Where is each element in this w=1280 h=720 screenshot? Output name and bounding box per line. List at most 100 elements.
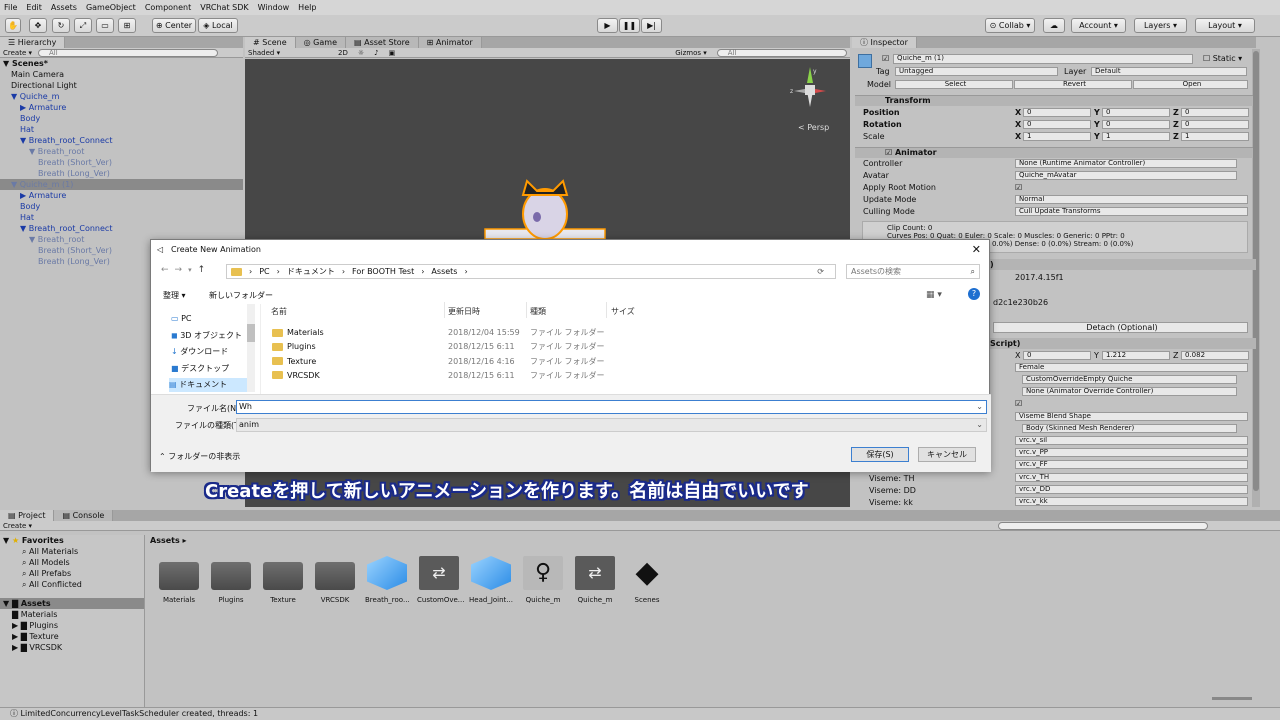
expand-arrow-icon[interactable]: ▼ (29, 235, 38, 244)
scene-search-input[interactable]: All (716, 48, 847, 57)
tab-hierarchy[interactable]: ☰ Hierarchy (0, 37, 66, 48)
file-row[interactable]: Plugins (272, 340, 316, 354)
column-header[interactable]: 名前 (271, 306, 287, 317)
gizmos-dropdown[interactable]: Gizmos ▾ (675, 49, 707, 57)
hide-folders-button[interactable]: ⌃ フォルダーの非表示 (159, 451, 240, 462)
menu-item-gameobject[interactable]: GameObject (86, 3, 136, 12)
model-revert-button[interactable]: Revert (1014, 80, 1132, 89)
nav-item[interactable]: ▤ ドキュメント (169, 378, 254, 392)
expand-arrow-icon[interactable]: ▶ (20, 103, 29, 112)
up-icon[interactable]: ↑ (198, 265, 212, 275)
project-search-input[interactable] (998, 521, 1209, 530)
static-checkbox[interactable]: ☐ Static ▾ (1203, 53, 1242, 64)
hierarchy-item[interactable]: Breath (Long_Ver) (0, 168, 243, 179)
tab-scene[interactable]: # Scene (245, 37, 296, 48)
favorite-item[interactable]: ⌕ All Materials (0, 546, 144, 557)
scl-x-input[interactable]: 1 (1023, 132, 1091, 141)
assets-folder[interactable]: ▼ ▇ Assets (0, 598, 144, 609)
address-segment[interactable]: PC (259, 267, 269, 276)
tab-project[interactable]: ▤ Project (0, 510, 55, 521)
expand-arrow-icon[interactable]: ▼ (20, 224, 29, 233)
cancel-button[interactable]: キャンセル (918, 447, 976, 462)
tab-console[interactable]: ▤ Console (54, 510, 114, 521)
viseme-checkbox[interactable]: ☑ (1015, 398, 1022, 409)
save-button[interactable]: 保存(S) (851, 447, 909, 462)
viseme-dropdown[interactable]: vrc.v_FF (1015, 460, 1248, 470)
tab-game[interactable]: ◎ Game (295, 37, 346, 48)
viseme-dropdown[interactable]: vrc.v_sil (1015, 436, 1248, 445)
asset-tree-item[interactable]: ▶ ▇ VRCSDK (0, 642, 144, 653)
project-breadcrumb[interactable]: Assets ▸ (150, 536, 187, 545)
pivot-center-button[interactable]: ⊕ Center (152, 18, 196, 33)
model-open-button[interactable]: Open (1133, 80, 1248, 89)
menu-item-help[interactable]: Help (298, 3, 316, 12)
scl-z-input[interactable]: 1 (1181, 132, 1249, 141)
icon-size-slider[interactable] (1212, 697, 1252, 700)
view-position-z-input[interactable]: 0.082 (1181, 351, 1249, 360)
face-mesh-field[interactable]: Body (Skinned Mesh Renderer) (1022, 424, 1237, 433)
asset-item[interactable]: ⇄ CustomOve... (417, 556, 464, 604)
gameobject-name-input[interactable]: Quiche_m (1) (893, 54, 1193, 64)
menu-item-edit[interactable]: Edit (26, 3, 42, 12)
model-select-button[interactable]: Select (895, 80, 1013, 89)
menu-item-vrchat-sdk[interactable]: VRChat SDK (200, 3, 248, 12)
address-segment[interactable]: ドキュメント (287, 267, 335, 276)
address-segment[interactable]: Assets (431, 267, 457, 276)
asset-item[interactable]: Breath_roo... (365, 556, 410, 604)
detach-button[interactable]: Detach (Optional) (993, 322, 1248, 333)
filename-input[interactable]: Wh ⌄ (236, 400, 987, 414)
pipeline-header[interactable]: ) (990, 259, 1256, 270)
animator-header[interactable]: ☑ Animator (855, 147, 1253, 158)
rot-x-input[interactable]: 0 (1023, 120, 1091, 129)
project-create-button[interactable]: Create ▾ (3, 522, 32, 530)
hierarchy-item[interactable]: ▶ Armature (0, 102, 243, 113)
lipsync-dropdown[interactable]: Viseme Blend Shape (1015, 412, 1248, 421)
file-row[interactable]: Materials (272, 326, 324, 340)
column-header[interactable]: 更新日時 (448, 306, 480, 317)
collab-button[interactable]: ⊙ Collab ▾ (985, 18, 1035, 33)
file-row[interactable]: VRCSDK (272, 369, 320, 383)
avatar-model[interactable] (475, 179, 615, 239)
menu-item-component[interactable]: Component (145, 3, 191, 12)
forward-icon[interactable]: → (175, 265, 189, 275)
transform-tool-icon[interactable]: ⊞ (118, 18, 136, 33)
new-folder-button[interactable]: 新しいフォルダー (209, 290, 273, 301)
scl-y-input[interactable]: 1 (1102, 132, 1170, 141)
asset-item[interactable]: Texture (261, 556, 305, 604)
rot-z-input[interactable]: 0 (1181, 120, 1249, 129)
column-header[interactable]: 種類 (530, 306, 546, 317)
favorite-item[interactable]: ⌕ All Prefabs (0, 568, 144, 579)
scene-root[interactable]: ▼ Scenes* (0, 58, 243, 69)
expand-arrow-icon[interactable]: ▼ (11, 180, 20, 189)
file-row[interactable]: Texture (272, 355, 316, 369)
favorite-item[interactable]: ⌕ All Conflicted (0, 579, 144, 590)
hierarchy-item[interactable]: ▶ Armature (0, 190, 243, 201)
viseme-dropdown[interactable]: vrc.v_kk (1015, 497, 1248, 506)
favorite-item[interactable]: ⌕ All Models (0, 557, 144, 568)
back-icon[interactable]: ← (161, 265, 175, 275)
rect-tool-icon[interactable]: ▭ (96, 18, 114, 33)
effects-icon[interactable]: ▣ (389, 49, 396, 57)
asset-item[interactable]: ♀ Quiche_m (521, 556, 565, 604)
asset-item[interactable]: VRCSDK (313, 556, 357, 604)
menu-item-assets[interactable]: Assets (51, 3, 77, 12)
hierarchy-item[interactable]: ▼ Breath_root_Connect (0, 223, 243, 234)
asset-tree-item[interactable]: ▶ ▇ Texture (0, 631, 144, 642)
hierarchy-create-button[interactable]: Create ▾ (3, 49, 32, 57)
sex-dropdown[interactable]: Female (1015, 363, 1248, 372)
asset-item[interactable]: Head_Joint... (469, 556, 513, 604)
avatar-descriptor-header[interactable]: Script) (990, 338, 1256, 349)
layer-dropdown[interactable]: Default (1091, 67, 1247, 76)
expand-arrow-icon[interactable]: ▼ (29, 147, 38, 156)
asset-item[interactable]: Materials (157, 556, 201, 604)
pos-y-input[interactable]: 0 (1102, 108, 1170, 117)
refresh-icon[interactable]: ⟳ (817, 267, 824, 276)
hierarchy-item[interactable]: ▼ Quiche_m (1) (0, 179, 243, 190)
tab-animator[interactable]: ⊞ Animator (418, 37, 482, 48)
hierarchy-item[interactable]: Body (0, 113, 243, 124)
hierarchy-item[interactable]: Main Camera (0, 69, 243, 80)
column-header[interactable]: サイズ (611, 306, 635, 317)
asset-item[interactable]: ⇄ Quiche_m (573, 556, 617, 604)
nav-scrollbar[interactable] (247, 304, 255, 392)
view-position-x-input[interactable]: 0 (1023, 351, 1091, 360)
